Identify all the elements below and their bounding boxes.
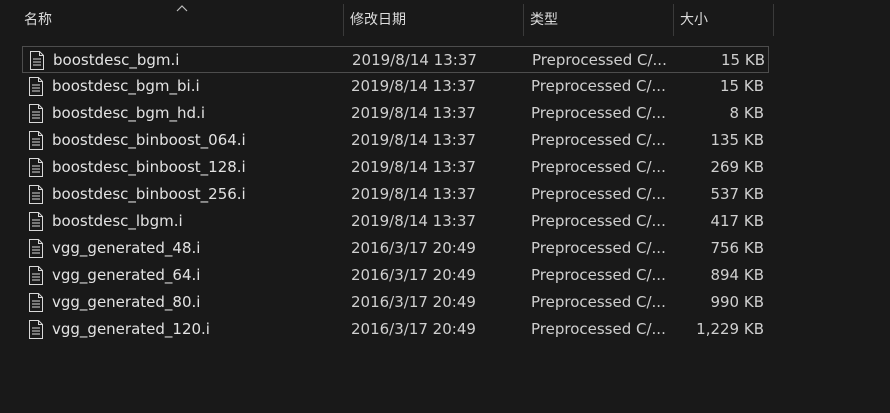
file-row[interactable]: vgg_generated_80.i 2016/3/17 20:49 Preproc… — [22, 289, 769, 316]
column-header-type[interactable]: 类型 — [524, 0, 674, 38]
document-file-icon — [29, 104, 43, 123]
file-modified-date: 2016/3/17 20:49 — [351, 320, 476, 338]
file-size: 990 KB — [710, 293, 764, 311]
file-size: 15 KB — [720, 77, 764, 95]
file-row[interactable]: boostdesc_binboost_064.i 2019/8/14 13:37 P… — [22, 127, 769, 154]
file-size: 8 KB — [729, 104, 764, 122]
file-row[interactable]: boostdesc_binboost_128.i 2019/8/14 13:37 P… — [22, 154, 769, 181]
file-size: 537 KB — [710, 185, 764, 203]
document-file-icon — [29, 131, 43, 150]
file-row[interactable]: boostdesc_bgm_hd.i 2019/8/14 13:37 Preproc… — [22, 100, 769, 127]
file-size: 894 KB — [710, 266, 764, 284]
file-type: Preprocessed C/... — [531, 185, 666, 203]
file-name: vgg_generated_80.i — [52, 293, 201, 311]
file-name: boostdesc_binboost_064.i — [52, 131, 246, 149]
file-type: Preprocessed C/... — [531, 266, 666, 284]
document-file-icon — [29, 266, 43, 285]
file-row[interactable]: vgg_generated_64.i 2016/3/17 20:49 Preproc… — [22, 262, 769, 289]
file-type: Preprocessed C/... — [531, 104, 666, 122]
sort-up-chevron-icon — [176, 5, 188, 12]
file-modified-date: 2016/3/17 20:49 — [351, 266, 476, 284]
file-row[interactable]: boostdesc_binboost_256.i 2019/8/14 13:37 P… — [22, 181, 769, 208]
file-row[interactable]: vgg_generated_120.i 2016/3/17 20:49 Prepro… — [22, 316, 769, 343]
file-size: 135 KB — [710, 131, 764, 149]
file-name: vgg_generated_120.i — [52, 320, 210, 338]
column-divider[interactable] — [773, 4, 774, 36]
document-file-icon — [30, 51, 44, 70]
file-size: 269 KB — [710, 158, 764, 176]
file-size: 417 KB — [710, 212, 764, 230]
file-name: boostdesc_lbgm.i — [52, 212, 183, 230]
file-type: Preprocessed C/... — [532, 51, 667, 69]
file-name: vgg_generated_48.i — [52, 239, 201, 257]
file-name: boostdesc_binboost_256.i — [52, 185, 246, 203]
document-file-icon — [29, 293, 43, 312]
file-type: Preprocessed C/... — [531, 320, 666, 338]
file-size: 1,229 KB — [696, 320, 764, 338]
document-file-icon — [29, 185, 43, 204]
file-modified-date: 2019/8/14 13:37 — [352, 51, 477, 69]
document-file-icon — [29, 77, 43, 96]
file-modified-date: 2019/8/14 13:37 — [351, 158, 476, 176]
document-file-icon — [29, 239, 43, 258]
file-type: Preprocessed C/... — [531, 293, 666, 311]
file-name: boostdesc_bgm.i — [53, 51, 180, 69]
file-row[interactable]: boostdesc_bgm.i 2019/8/14 13:37 Preprocess… — [22, 46, 769, 73]
file-modified-date: 2016/3/17 20:49 — [351, 239, 476, 257]
column-header-size[interactable]: 大小 — [674, 0, 774, 38]
file-modified-date: 2019/8/14 13:37 — [351, 77, 476, 95]
column-header-bar: 名称 修改日期 类型 大小 — [0, 0, 890, 38]
file-row[interactable]: boostdesc_lbgm.i 2019/8/14 13:37 Preproces… — [22, 208, 769, 235]
file-row[interactable]: boostdesc_bgm_bi.i 2019/8/14 13:37 Preproc… — [22, 73, 769, 100]
file-modified-date: 2019/8/14 13:37 — [351, 104, 476, 122]
file-size: 15 KB — [721, 51, 765, 69]
file-row[interactable]: vgg_generated_48.i 2016/3/17 20:49 Preproc… — [22, 235, 769, 262]
file-modified-date: 2019/8/14 13:37 — [351, 212, 476, 230]
file-modified-date: 2019/8/14 13:37 — [351, 185, 476, 203]
file-type: Preprocessed C/... — [531, 212, 666, 230]
file-modified-date: 2019/8/14 13:37 — [351, 131, 476, 149]
file-explorer-details-view: 名称 修改日期 类型 大小 boostdesc_bgm.i 2019/8/14 1… — [0, 0, 890, 413]
file-type: Preprocessed C/... — [531, 158, 666, 176]
file-name: boostdesc_bgm_bi.i — [52, 77, 200, 95]
file-type: Preprocessed C/... — [531, 77, 666, 95]
file-modified-date: 2016/3/17 20:49 — [351, 293, 476, 311]
document-file-icon — [29, 212, 43, 231]
file-name: boostdesc_bgm_hd.i — [52, 104, 206, 122]
file-type: Preprocessed C/... — [531, 239, 666, 257]
document-file-icon — [29, 320, 43, 339]
file-type: Preprocessed C/... — [531, 131, 666, 149]
file-name: vgg_generated_64.i — [52, 266, 201, 284]
column-header-modified[interactable]: 修改日期 — [344, 0, 524, 38]
document-file-icon — [29, 158, 43, 177]
file-size: 756 KB — [710, 239, 764, 257]
file-name: boostdesc_binboost_128.i — [52, 158, 246, 176]
